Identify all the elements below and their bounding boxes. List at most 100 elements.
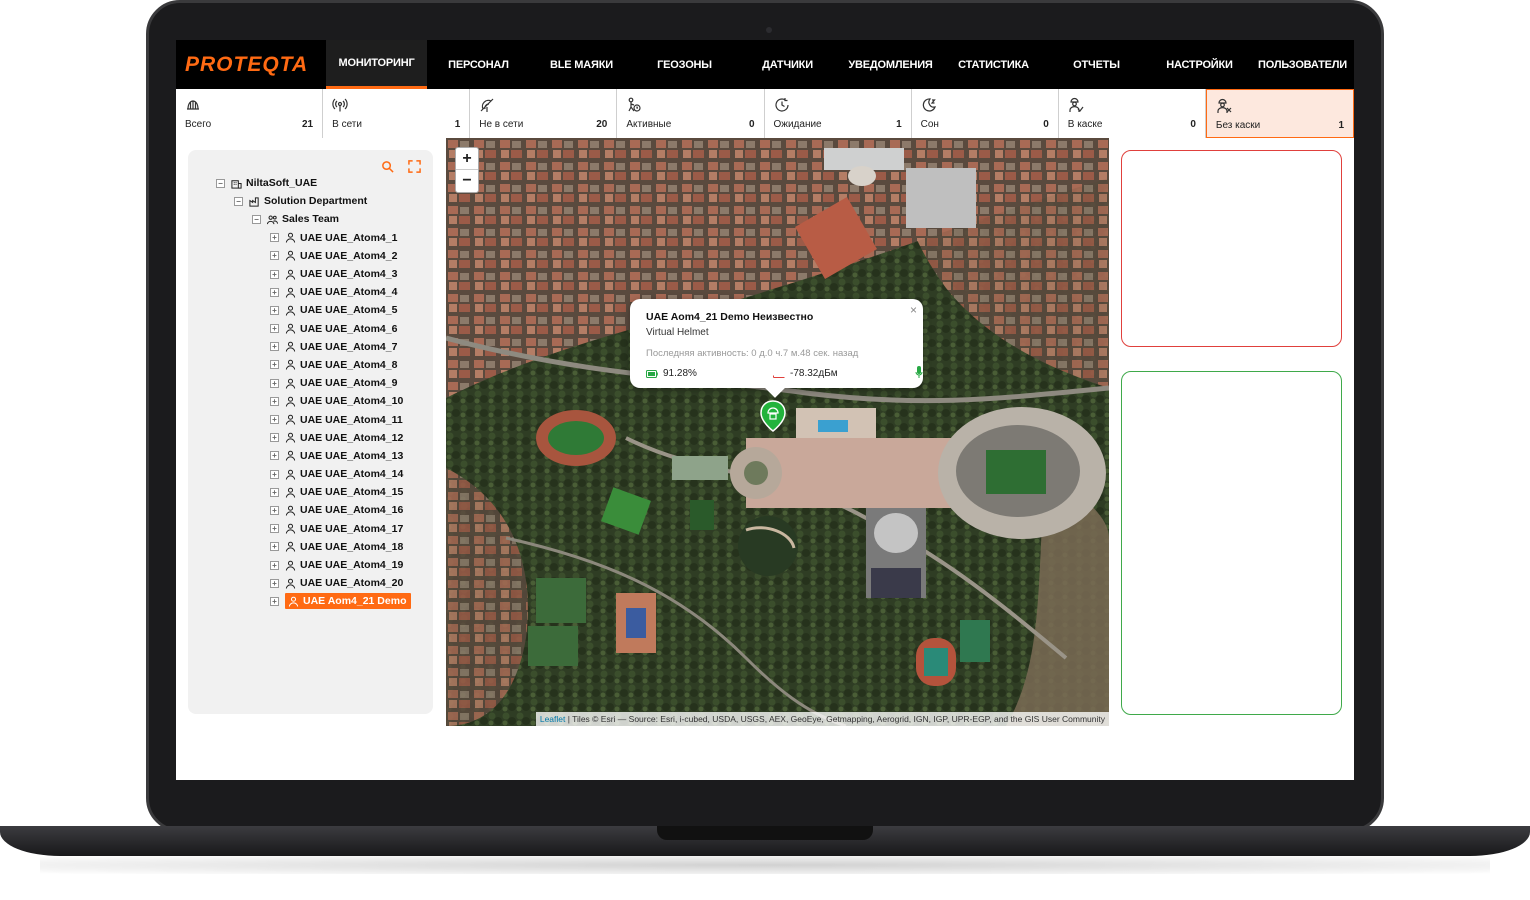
- nav-personnel[interactable]: ПЕРСОНАЛ: [427, 40, 530, 89]
- no-signal-icon: [480, 98, 494, 112]
- stat-label: Всего: [185, 119, 212, 130]
- expand-toggle[interactable]: +: [270, 415, 279, 425]
- expand-toggle[interactable]: +: [270, 269, 279, 279]
- collapse-toggle[interactable]: −: [252, 214, 261, 224]
- device-marker-icon[interactable]: [760, 400, 786, 432]
- nav-notifications[interactable]: УВЕДОМЛЕНИЯ: [839, 40, 942, 89]
- device-popup: × UAE Aom4_21 Demo Неизвестно Virtual He…: [630, 299, 923, 398]
- expand-toggle[interactable]: +: [270, 451, 279, 461]
- tree-department[interactable]: − Solution Department: [216, 192, 426, 210]
- person-icon: [285, 578, 296, 589]
- tree-team[interactable]: − Sales Team: [216, 210, 426, 228]
- selected-member-label: UAE Aom4_21 Demo: [303, 595, 407, 608]
- expand-toggle[interactable]: +: [270, 360, 279, 370]
- tree-member[interactable]: + UAE UAE_Atom4_9: [216, 374, 426, 392]
- stat-offline[interactable]: Не в сети 20: [470, 89, 618, 138]
- stat-with-helmet[interactable]: В каске 0: [1058, 89, 1206, 138]
- nav-statistics[interactable]: СТАТИСТИКА: [942, 40, 1045, 89]
- popup-signal: -78.32дБм: [773, 368, 838, 379]
- tree-member[interactable]: + UAE UAE_Atom4_20: [216, 574, 426, 592]
- person-icon: [285, 451, 296, 462]
- tree-member-label: UAE UAE_Atom4_12: [300, 431, 404, 444]
- satellite-map[interactable]: + − × UAE Aom4_21 Demo Неизвестно Virtua…: [446, 138, 1109, 726]
- stat-without-helmet[interactable]: Без каски 1: [1205, 89, 1354, 138]
- nav-users[interactable]: ПОЛЬЗОВАТЕЛИ: [1251, 40, 1354, 89]
- tree-member[interactable]: + UAE UAE_Atom4_5: [216, 301, 426, 319]
- nav-settings[interactable]: НАСТРОЙКИ: [1148, 40, 1251, 89]
- leaflet-link[interactable]: Leaflet: [540, 714, 566, 724]
- selected-member[interactable]: UAE Aom4_21 Demo: [285, 593, 412, 610]
- status-tiles: Всего 21 В сети 1 Не в сети 20 Активные …: [176, 89, 1354, 138]
- stat-total[interactable]: Всего 21: [176, 89, 324, 138]
- tree-member-label: UAE UAE_Atom4_13: [300, 449, 404, 462]
- stat-label: Ожидание: [773, 119, 822, 130]
- expand-toggle[interactable]: +: [270, 324, 279, 334]
- tree-member[interactable]: + UAE UAE_Atom4_14: [216, 465, 426, 483]
- tree-member[interactable]: + UAE UAE_Atom4_8: [216, 356, 426, 374]
- popup-close-button[interactable]: ×: [910, 303, 917, 317]
- tree-member-label: UAE UAE_Atom4_11: [300, 413, 403, 426]
- signal-icon: [332, 98, 348, 112]
- tree-member-label: UAE UAE_Atom4_6: [300, 322, 398, 335]
- nav-geozones[interactable]: ГЕОЗОНЫ: [633, 40, 736, 89]
- expand-toggle[interactable]: +: [270, 487, 279, 497]
- tree-member-selected[interactable]: + UAE Aom4_21 Demo: [216, 592, 426, 610]
- stat-active[interactable]: Активные 0: [617, 89, 765, 138]
- tree-member[interactable]: + UAE UAE_Atom4_12: [216, 429, 426, 447]
- tree-member-label: UAE UAE_Atom4_18: [300, 540, 404, 553]
- expand-toggle[interactable]: +: [270, 233, 279, 243]
- tree-member[interactable]: + UAE UAE_Atom4_16: [216, 501, 426, 519]
- tree-member[interactable]: + UAE UAE_Atom4_18: [216, 538, 426, 556]
- expand-toggle[interactable]: +: [270, 342, 279, 352]
- expand-toggle[interactable]: +: [270, 505, 279, 515]
- expand-toggle[interactable]: +: [270, 378, 279, 388]
- tree-member[interactable]: + UAE UAE_Atom4_3: [216, 265, 426, 283]
- zoom-in-button[interactable]: +: [456, 148, 478, 170]
- expand-toggle[interactable]: +: [270, 433, 279, 443]
- microphone-icon[interactable]: [915, 365, 923, 379]
- sleep-icon: [922, 98, 936, 112]
- tree-member[interactable]: + UAE UAE_Atom4_10: [216, 392, 426, 410]
- tree-org[interactable]: − NiltaSoft_UAE: [216, 174, 426, 192]
- search-icon[interactable]: [381, 160, 394, 173]
- expand-toggle[interactable]: +: [270, 469, 279, 479]
- person-icon: [285, 396, 296, 407]
- person-icon: [285, 378, 296, 389]
- expand-toggle[interactable]: +: [270, 396, 279, 406]
- expand-toggle[interactable]: +: [270, 560, 279, 570]
- nav-sensors[interactable]: ДАТЧИКИ: [736, 40, 839, 89]
- zoom-out-button[interactable]: −: [456, 170, 478, 192]
- expand-toggle[interactable]: +: [270, 305, 279, 315]
- stat-sleep[interactable]: Сон 0: [911, 89, 1059, 138]
- tree-member[interactable]: + UAE UAE_Atom4_11: [216, 410, 426, 428]
- stat-waiting[interactable]: Ожидание 1: [764, 89, 912, 138]
- expand-toggle[interactable]: +: [270, 251, 279, 261]
- expand-toggle[interactable]: +: [270, 287, 279, 297]
- helmet-icon: [187, 100, 199, 110]
- tree-member[interactable]: + UAE UAE_Atom4_19: [216, 556, 426, 574]
- stat-value: 1: [896, 119, 902, 130]
- nav-ble-beacons[interactable]: BLE МАЯКИ: [530, 40, 633, 89]
- tree-member[interactable]: + UAE UAE_Atom4_6: [216, 320, 426, 338]
- nav-reports[interactable]: ОТЧЕТЫ: [1045, 40, 1148, 89]
- tree-org-label: NiltaSoft_UAE: [246, 177, 318, 190]
- expand-icon[interactable]: [408, 160, 421, 173]
- tree-member-label: UAE UAE_Atom4_20: [300, 577, 404, 590]
- tree-member[interactable]: + UAE UAE_Atom4_4: [216, 283, 426, 301]
- collapse-toggle[interactable]: −: [234, 196, 243, 206]
- tree-member[interactable]: + UAE UAE_Atom4_15: [216, 483, 426, 501]
- expand-toggle[interactable]: +: [270, 596, 279, 606]
- tree-member[interactable]: + UAE UAE_Atom4_1: [216, 229, 426, 247]
- stat-online[interactable]: В сети 1: [323, 89, 471, 138]
- app-logo[interactable]: PROTEQTA: [176, 40, 326, 89]
- tree-member[interactable]: + UAE UAE_Atom4_2: [216, 247, 426, 265]
- tree-member[interactable]: + UAE UAE_Atom4_7: [216, 338, 426, 356]
- nav-monitoring[interactable]: МОНИТОРИНГ: [326, 40, 427, 89]
- collapse-toggle[interactable]: −: [216, 178, 225, 188]
- expand-toggle[interactable]: +: [270, 578, 279, 588]
- tree-member[interactable]: + UAE UAE_Atom4_17: [216, 520, 426, 538]
- expand-toggle[interactable]: +: [270, 524, 279, 534]
- expand-toggle[interactable]: +: [270, 542, 279, 552]
- walking-icon: [628, 97, 641, 112]
- tree-member[interactable]: + UAE UAE_Atom4_13: [216, 447, 426, 465]
